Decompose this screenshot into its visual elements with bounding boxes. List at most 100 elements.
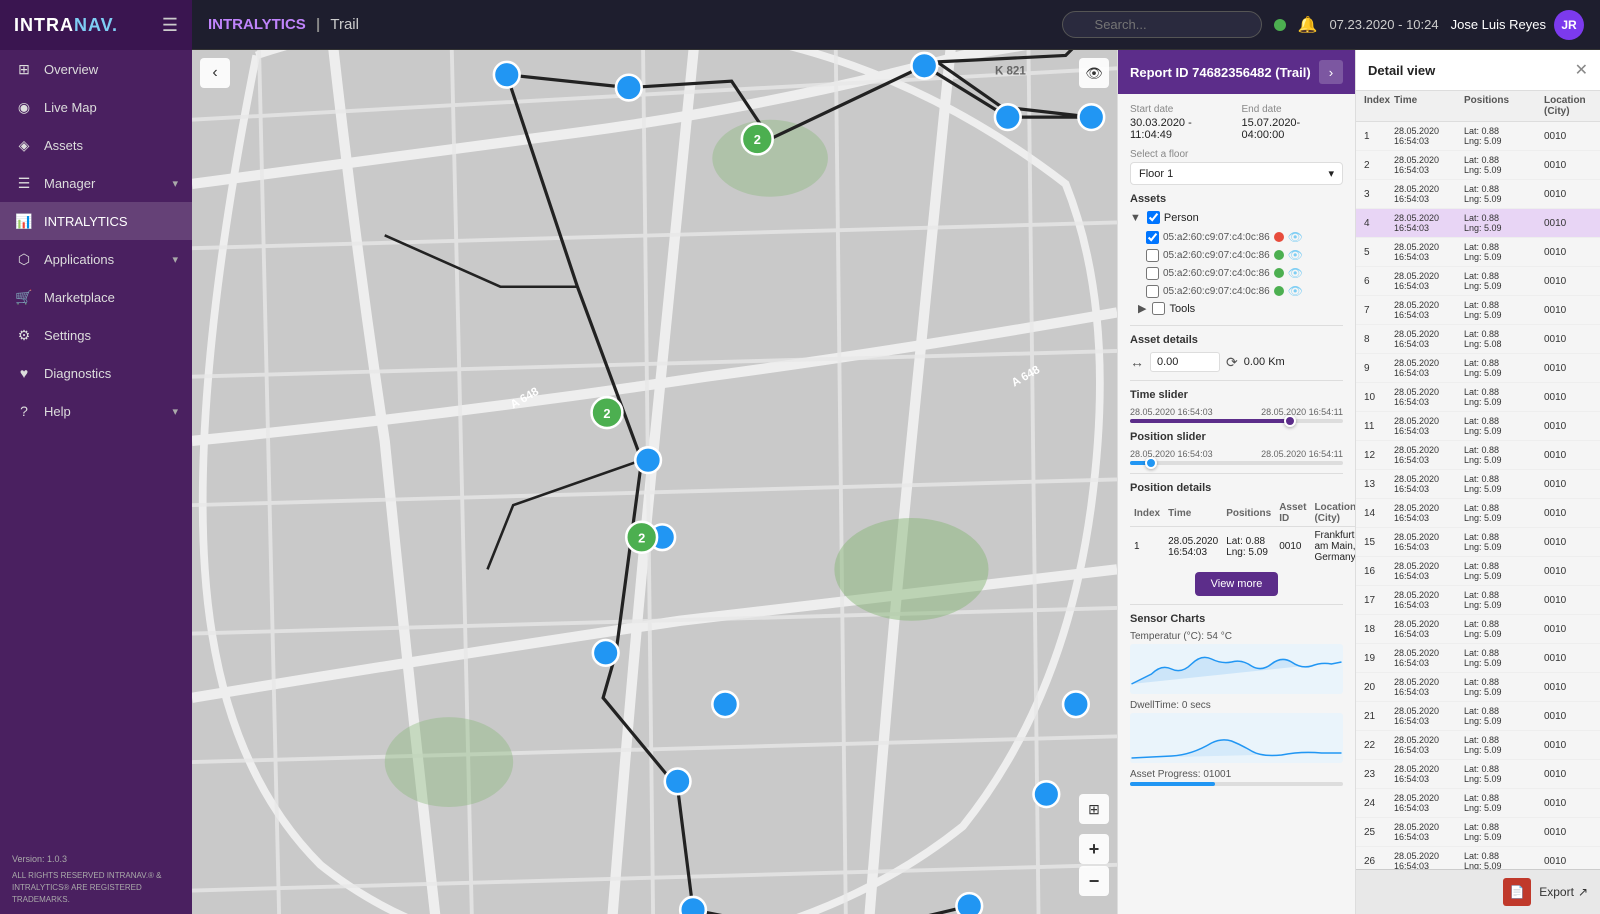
nav-icon-marketplace: 🛒 bbox=[14, 287, 34, 307]
time-slider-thumb[interactable] bbox=[1284, 415, 1296, 427]
sidebar-item-manager[interactable]: ☰ Manager ▾ bbox=[0, 164, 192, 202]
nav-icon-settings: ⚙ bbox=[14, 325, 34, 345]
map-pin-13[interactable] bbox=[712, 691, 738, 717]
pos-assetid: 0010 bbox=[1275, 527, 1310, 567]
detail-row[interactable]: 12 28.05.2020 16:54:03 Lat: 0.88 Lng: 5.… bbox=[1356, 441, 1600, 470]
map-layer-button[interactable]: ⊞ bbox=[1079, 794, 1109, 824]
time-slider-track[interactable] bbox=[1130, 419, 1343, 423]
notifications-icon[interactable]: 🔔 bbox=[1298, 15, 1318, 35]
detail-row[interactable]: 8 28.05.2020 16:54:03 Lat: 0.88 Lng: 5.0… bbox=[1356, 325, 1600, 354]
floor-selector[interactable]: Floor 1 ▾ bbox=[1130, 162, 1343, 185]
hamburger-icon[interactable]: ☰ bbox=[162, 15, 178, 36]
sidebar-item-intralytics[interactable]: 📊 INTRALYTICS bbox=[0, 202, 192, 240]
search-input[interactable] bbox=[1062, 11, 1262, 38]
detail-row[interactable]: 6 28.05.2020 16:54:03 Lat: 0.88 Lng: 5.0… bbox=[1356, 267, 1600, 296]
map-eye-button[interactable]: 👁 bbox=[1079, 58, 1109, 88]
asset-checkbox-1[interactable] bbox=[1146, 249, 1159, 262]
map-pin-3[interactable] bbox=[911, 53, 937, 79]
detail-row[interactable]: 14 28.05.2020 16:54:03 Lat: 0.88 Lng: 5.… bbox=[1356, 499, 1600, 528]
detail-row[interactable]: 26 28.05.2020 16:54:03 Lat: 0.88 Lng: 5.… bbox=[1356, 847, 1600, 869]
distance-input[interactable] bbox=[1150, 352, 1220, 372]
sidebar-item-overview[interactable]: ⊞ Overview bbox=[0, 50, 192, 88]
map-zoom-in-button[interactable]: + bbox=[1079, 834, 1109, 864]
sidebar-item-marketplace[interactable]: 🛒 Marketplace bbox=[0, 278, 192, 316]
asset-eye-icon-3[interactable]: 👁 bbox=[1288, 284, 1303, 298]
export-icon-button[interactable]: 📄 bbox=[1503, 878, 1531, 906]
detail-row[interactable]: 18 28.05.2020 16:54:03 Lat: 0.88 Lng: 5.… bbox=[1356, 615, 1600, 644]
detail-row[interactable]: 2 28.05.2020 16:54:03 Lat: 0.88 Lng: 5.0… bbox=[1356, 151, 1600, 180]
row-time: 28.05.2020 16:54:03 bbox=[1394, 851, 1464, 869]
sidebar-item-livemap[interactable]: ◉ Live Map bbox=[0, 88, 192, 126]
start-date-label: Start date bbox=[1130, 104, 1232, 115]
map-pin-12[interactable] bbox=[665, 768, 691, 794]
map-pin-11[interactable] bbox=[1063, 691, 1089, 717]
user-avatar: JR bbox=[1554, 10, 1584, 40]
detail-row[interactable]: 25 28.05.2020 16:54:03 Lat: 0.88 Lng: 5.… bbox=[1356, 818, 1600, 847]
detail-col-positions: Positions bbox=[1464, 95, 1544, 117]
row-time: 28.05.2020 16:54:03 bbox=[1394, 300, 1464, 320]
asset-item-1: 05:a2:60:c9:07:c4:0c:86 👁 bbox=[1130, 246, 1343, 264]
detail-row[interactable]: 15 28.05.2020 16:54:03 Lat: 0.88 Lng: 5.… bbox=[1356, 528, 1600, 557]
sidebar-item-assets[interactable]: ◈ Assets bbox=[0, 126, 192, 164]
detail-row[interactable]: 22 28.05.2020 16:54:03 Lat: 0.88 Lng: 5.… bbox=[1356, 731, 1600, 760]
map-back-button[interactable]: ‹ bbox=[200, 58, 230, 88]
row-positions: Lat: 0.88 Lng: 5.09 bbox=[1464, 851, 1544, 869]
detail-row[interactable]: 13 28.05.2020 16:54:03 Lat: 0.88 Lng: 5.… bbox=[1356, 470, 1600, 499]
detail-row[interactable]: 1 28.05.2020 16:54:03 Lat: 0.88 Lng: 5.0… bbox=[1356, 122, 1600, 151]
asset-checkbox-0[interactable] bbox=[1146, 231, 1159, 244]
map-green-pin-2[interactable]: 2 bbox=[592, 397, 623, 428]
map-pin-14[interactable] bbox=[593, 640, 619, 666]
tools-checkbox[interactable] bbox=[1152, 302, 1165, 315]
asset-checkbox-2[interactable] bbox=[1146, 267, 1159, 280]
sidebar-item-settings[interactable]: ⚙ Settings bbox=[0, 316, 192, 354]
detail-row[interactable]: 9 28.05.2020 16:54:03 Lat: 0.88 Lng: 5.0… bbox=[1356, 354, 1600, 383]
detail-row[interactable]: 16 28.05.2020 16:54:03 Lat: 0.88 Lng: 5.… bbox=[1356, 557, 1600, 586]
detail-row[interactable]: 23 28.05.2020 16:54:03 Lat: 0.88 Lng: 5.… bbox=[1356, 760, 1600, 789]
position-slider-section: Position slider 28.05.2020 16:54:03 28.0… bbox=[1130, 431, 1343, 465]
asset-eye-icon-1[interactable]: 👁 bbox=[1288, 248, 1303, 262]
map-pin-16[interactable] bbox=[956, 893, 982, 914]
detail-row[interactable]: 3 28.05.2020 16:54:03 Lat: 0.88 Lng: 5.0… bbox=[1356, 180, 1600, 209]
person-checkbox[interactable] bbox=[1147, 211, 1160, 224]
map-zoom-out-button[interactable]: − bbox=[1079, 866, 1109, 896]
row-time: 28.05.2020 16:54:03 bbox=[1394, 735, 1464, 755]
map-green-pin-1[interactable]: 2 bbox=[742, 124, 773, 155]
export-button[interactable]: Export ↗ bbox=[1539, 885, 1588, 899]
detail-row[interactable]: 11 28.05.2020 16:54:03 Lat: 0.88 Lng: 5.… bbox=[1356, 412, 1600, 441]
tools-expand-icon[interactable]: ▶ bbox=[1138, 302, 1146, 315]
asset-eye-icon-2[interactable]: 👁 bbox=[1288, 266, 1303, 280]
position-slider-thumb[interactable] bbox=[1145, 457, 1157, 469]
detail-row[interactable]: 17 28.05.2020 16:54:03 Lat: 0.88 Lng: 5.… bbox=[1356, 586, 1600, 615]
map-pin-5[interactable] bbox=[1078, 104, 1104, 130]
user-info[interactable]: Jose Luis Reyes JR bbox=[1451, 10, 1584, 40]
detail-row[interactable]: 10 28.05.2020 16:54:03 Lat: 0.88 Lng: 5.… bbox=[1356, 383, 1600, 412]
detail-row[interactable]: 4 28.05.2020 16:54:03 Lat: 0.88 Lng: 5.0… bbox=[1356, 209, 1600, 238]
sidebar-item-help[interactable]: ? Help ▾ bbox=[0, 392, 192, 430]
sidebar-item-applications[interactable]: ⬡ Applications ▾ bbox=[0, 240, 192, 278]
dwell-chart bbox=[1130, 713, 1343, 763]
detail-row[interactable]: 20 28.05.2020 16:54:03 Lat: 0.88 Lng: 5.… bbox=[1356, 673, 1600, 702]
map-pin-2[interactable] bbox=[616, 75, 642, 101]
detail-row[interactable]: 19 28.05.2020 16:54:03 Lat: 0.88 Lng: 5.… bbox=[1356, 644, 1600, 673]
map-pin-1[interactable] bbox=[494, 62, 520, 88]
map-pin-4[interactable] bbox=[995, 104, 1021, 130]
asset-eye-icon-0[interactable]: 👁 bbox=[1288, 230, 1303, 244]
detail-row[interactable]: 7 28.05.2020 16:54:03 Lat: 0.88 Lng: 5.0… bbox=[1356, 296, 1600, 325]
row-time: 28.05.2020 16:54:03 bbox=[1394, 358, 1464, 378]
map-pin-15[interactable] bbox=[680, 897, 706, 914]
detail-row[interactable]: 24 28.05.2020 16:54:03 Lat: 0.88 Lng: 5.… bbox=[1356, 789, 1600, 818]
asset-expand-icon[interactable]: ▼ bbox=[1130, 212, 1141, 224]
report-next-button[interactable]: › bbox=[1319, 60, 1343, 84]
view-more-button[interactable]: View more bbox=[1195, 572, 1279, 596]
map-pin-17[interactable] bbox=[1033, 781, 1059, 807]
row-location: 0010 bbox=[1544, 624, 1600, 635]
position-slider-track[interactable] bbox=[1130, 461, 1343, 465]
map-green-pin-3[interactable]: 2 bbox=[626, 522, 657, 553]
detail-row[interactable]: 5 28.05.2020 16:54:03 Lat: 0.88 Lng: 5.0… bbox=[1356, 238, 1600, 267]
map-pin-8[interactable] bbox=[635, 447, 661, 473]
detail-close-button[interactable]: ✕ bbox=[1575, 60, 1588, 80]
detail-row[interactable]: 21 28.05.2020 16:54:03 Lat: 0.88 Lng: 5.… bbox=[1356, 702, 1600, 731]
asset-checkbox-3[interactable] bbox=[1146, 285, 1159, 298]
sidebar-item-diagnostics[interactable]: ♥ Diagnostics bbox=[0, 354, 192, 392]
asset-id-1: 05:a2:60:c9:07:c4:0c:86 bbox=[1163, 250, 1270, 261]
